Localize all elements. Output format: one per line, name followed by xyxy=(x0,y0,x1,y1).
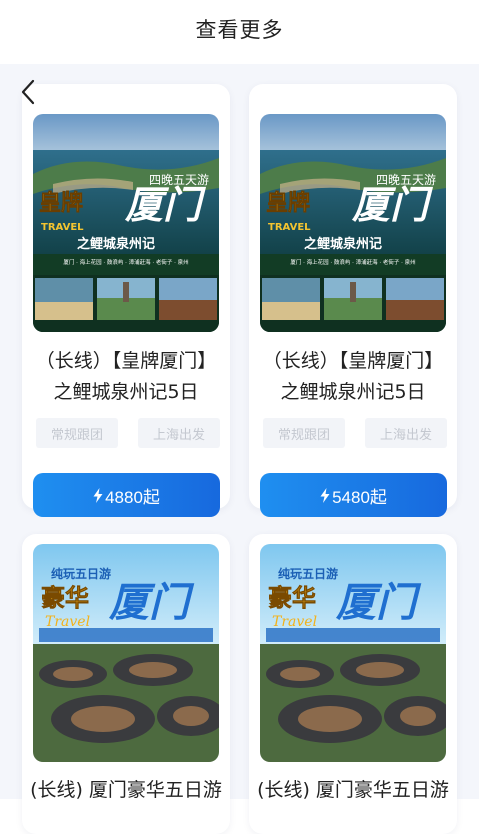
poster-travel: Travel xyxy=(45,614,90,630)
lightning-bolt-icon xyxy=(320,487,330,503)
chevron-left-icon xyxy=(20,79,36,105)
price-button[interactable]: 5480起 xyxy=(260,473,447,517)
product-poster: 纯玩五日游 豪华 厦门 Travel xyxy=(33,544,219,762)
tag-tour-type: 常规跟团 xyxy=(263,418,345,448)
poster-city: 厦门 xyxy=(124,182,207,227)
product-tags: 常规跟团 上海出发 xyxy=(36,418,220,448)
poster-route: 厦门 · 海上花园 · 鼓浪屿 · 漳浦赶海 · 老街子 · 泉州 xyxy=(63,258,188,266)
poster-travel: Travel xyxy=(272,614,317,630)
product-tags: 常规跟团 上海出发 xyxy=(263,418,447,448)
product-name[interactable]: （长线）【皇牌厦门】之鲤城泉州记5日 xyxy=(255,346,451,408)
poster-brand: 豪华 xyxy=(268,584,316,612)
product-poster: 四晚五天游 皇牌 厦门 TRAVEL 之鲤城泉州记 厦门 · 海上花园 · 鼓浪… xyxy=(260,114,446,332)
poster-brand: 皇牌 xyxy=(266,190,310,216)
product-card[interactable]: 四晚五天游 皇牌 厦门 TRAVEL 之鲤城泉州记 厦门 · 海上花园 · 鼓浪… xyxy=(249,84,457,517)
poster-badge: 纯玩五日游 xyxy=(278,566,338,581)
product-name[interactable]: (长线) 厦门豪华五日游 xyxy=(28,775,224,806)
price-label: 4880起 xyxy=(105,487,160,507)
lightning-bolt-icon xyxy=(93,487,103,503)
product-name[interactable]: (长线) 厦门豪华五日游 xyxy=(255,775,451,806)
poster-route: 厦门 · 海上花园 · 鼓浪屿 · 漳浦赶海 · 老街子 · 泉州 xyxy=(290,258,415,266)
tag-departure: 上海出发 xyxy=(138,418,220,448)
poster-brand: 豪华 xyxy=(41,584,89,612)
price-label: 5480起 xyxy=(332,487,387,507)
product-poster: 四晚五天游 皇牌 厦门 TRAVEL 之鲤城泉州记 厦门 · 海上花园 · 鼓浪… xyxy=(33,114,219,332)
poster-subtitle: 之鲤城泉州记 xyxy=(304,236,382,252)
poster-city: 厦门 xyxy=(351,182,434,227)
product-card[interactable]: 纯玩五日游 豪华 厦门 Travel (长线) 厦门豪华五日游 xyxy=(22,534,230,834)
poster-city: 厦门 xyxy=(335,579,422,626)
poster-badge: 纯玩五日游 xyxy=(51,566,111,581)
product-name[interactable]: （长线）【皇牌厦门】之鲤城泉州记5日 xyxy=(28,346,224,408)
back-button[interactable] xyxy=(14,78,42,106)
poster-subtitle: 之鲤城泉州记 xyxy=(77,236,155,252)
poster-city: 厦门 xyxy=(108,579,195,626)
top-bar: 查看更多 xyxy=(0,0,479,64)
tag-tour-type: 常规跟团 xyxy=(36,418,118,448)
product-card[interactable]: 四晚五天游 皇牌 厦门 TRAVEL 之鲤城泉州记 厦门 · 海上花园 · 鼓浪… xyxy=(22,84,230,517)
poster-brand: 皇牌 xyxy=(39,190,83,216)
product-poster: 纯玩五日游 豪华 厦门 Travel xyxy=(260,544,446,762)
tag-departure: 上海出发 xyxy=(365,418,447,448)
page-title: 查看更多 xyxy=(195,18,284,42)
product-grid: 四晚五天游 皇牌 厦门 TRAVEL 之鲤城泉州记 厦门 · 海上花园 · 鼓浪… xyxy=(0,64,479,834)
poster-travel: TRAVEL xyxy=(41,222,84,233)
poster-travel: TRAVEL xyxy=(268,222,311,233)
product-card[interactable]: 纯玩五日游 豪华 厦门 Travel (长线) 厦门豪华五日游 xyxy=(249,534,457,834)
price-button[interactable]: 4880起 xyxy=(33,473,220,517)
